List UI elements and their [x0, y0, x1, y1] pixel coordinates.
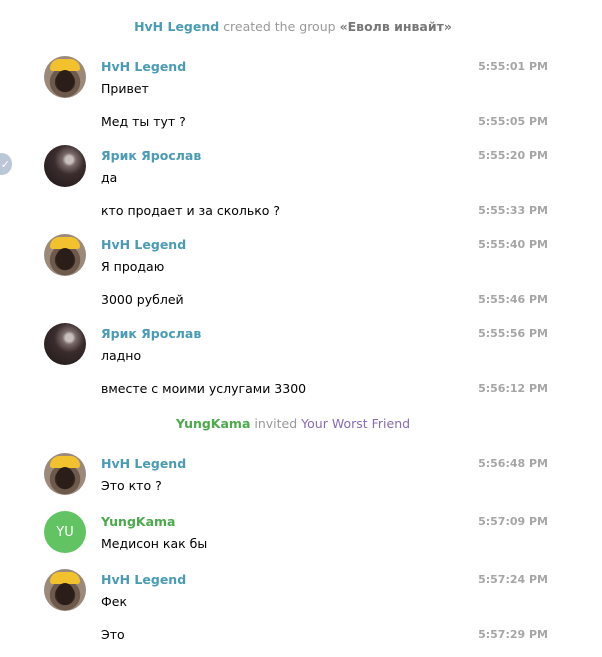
service-actor[interactable]: YungKama [176, 416, 250, 431]
select-check-icon[interactable]: ✓ [0, 153, 12, 175]
avatar-hvh-legend[interactable] [44, 56, 86, 98]
service-message-invited: YungKama invited Your Worst Friend [0, 416, 586, 431]
avatar-hvh-legend[interactable] [44, 569, 86, 611]
message-time: 5:55:05 PM [478, 115, 548, 128]
sender-name[interactable]: HvH Legend [101, 237, 186, 252]
message-text: Это кто ? [101, 478, 162, 493]
message-time: 5:56:48 PM [478, 457, 548, 470]
avatar-hvh-legend[interactable] [44, 234, 86, 276]
service-text: created the group [223, 19, 336, 34]
service-actor[interactable]: HvH Legend [134, 19, 219, 34]
message-text: Это [101, 627, 125, 642]
message-text: Привет [101, 81, 149, 96]
message-time: 5:55:01 PM [478, 60, 548, 73]
service-group-name: «Еволв инвайт» [339, 19, 452, 34]
sender-name[interactable]: HvH Legend [101, 456, 186, 471]
message-time: 5:55:40 PM [478, 238, 548, 251]
message-time: 5:57:09 PM [478, 515, 548, 528]
message-time: 5:57:24 PM [478, 573, 548, 586]
message-time: 5:55:20 PM [478, 149, 548, 162]
service-text: invited [254, 416, 298, 431]
avatar-yarik[interactable] [44, 145, 86, 187]
message-text: Фек [101, 594, 128, 609]
message-text: 3000 рублей [101, 292, 184, 307]
sender-name[interactable]: HvH Legend [101, 572, 186, 587]
service-invited-target[interactable]: Your Worst Friend [301, 416, 410, 431]
service-message-created: HvH Legend created the group «Еволв инва… [0, 19, 586, 34]
message-time: 5:55:46 PM [478, 293, 548, 306]
message-text: да [101, 170, 118, 185]
avatar-yungkama[interactable]: YU [44, 511, 86, 553]
sender-name[interactable]: YungKama [101, 514, 175, 529]
avatar-yarik[interactable] [44, 323, 86, 365]
message-text: Медисон как бы [101, 536, 208, 551]
sender-name[interactable]: HvH Legend [101, 59, 186, 74]
sender-name[interactable]: Ярик Ярослав [101, 148, 201, 163]
message-time: 5:55:33 PM [478, 204, 548, 217]
message-text: вместе с моими услугами 3300 [101, 381, 307, 396]
message-time: 5:55:56 PM [478, 327, 548, 340]
message-text: кто продает и за сколько ? [101, 203, 281, 218]
message-time: 5:57:29 PM [478, 628, 548, 641]
message-text: Мед ты тут ? [101, 114, 186, 129]
avatar-hvh-legend[interactable] [44, 453, 86, 495]
message-text: ладно [101, 348, 142, 363]
message-time: 5:56:12 PM [478, 382, 548, 395]
message-text: Я продаю [101, 259, 165, 274]
sender-name[interactable]: Ярик Ярослав [101, 326, 201, 341]
